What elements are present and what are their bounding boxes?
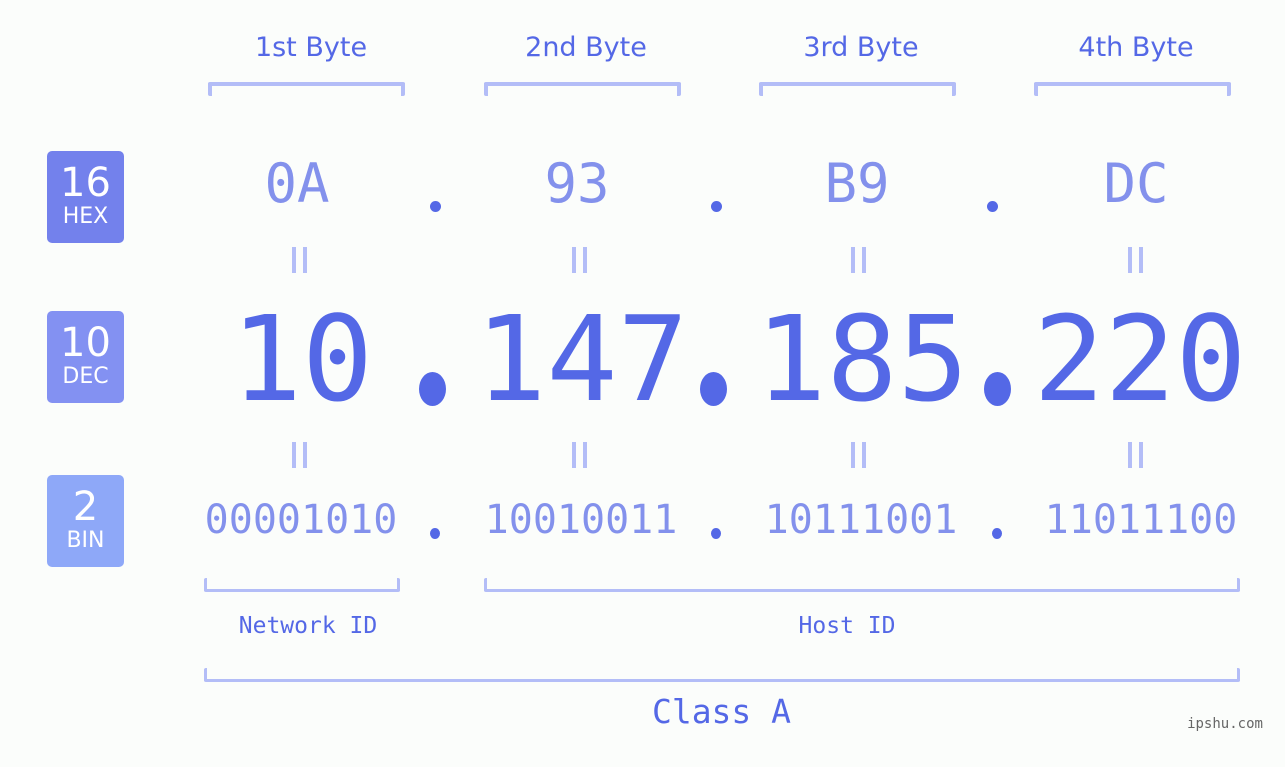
byte-header-4: 4th Byte — [1078, 32, 1194, 63]
bin-separator-dot — [992, 528, 1002, 539]
equals-icon — [851, 442, 866, 468]
equals-icon — [851, 247, 866, 273]
bin-octet-3: 10111001 — [764, 497, 958, 543]
host-id-label: Host ID — [798, 613, 896, 639]
ip-class-label: Class A — [651, 692, 792, 731]
bin-badge: 2 BIN — [47, 475, 124, 567]
bin-octet-4: 11011100 — [1044, 497, 1238, 543]
hex-octet-1: 0A — [264, 152, 330, 215]
dec-octet-1: 10 — [230, 290, 374, 428]
dec-badge-number: 10 — [60, 320, 111, 366]
hex-octet-2: 93 — [544, 152, 610, 215]
byte-bracket-2 — [484, 82, 681, 96]
equals-icon — [572, 247, 587, 273]
dec-badge: 10 DEC — [47, 311, 124, 403]
bin-separator-dot — [430, 528, 440, 539]
bin-badge-number: 2 — [72, 484, 99, 530]
dec-badge-label: DEC — [62, 364, 109, 389]
hex-separator-dot — [987, 201, 998, 212]
dec-octet-3: 185 — [755, 290, 969, 428]
host-id-bracket — [484, 578, 1240, 592]
hex-separator-dot — [711, 201, 722, 212]
byte-bracket-3 — [759, 82, 956, 96]
hex-badge-label: HEX — [62, 204, 109, 229]
hex-octet-4: DC — [1103, 152, 1169, 215]
equals-icon — [292, 247, 307, 273]
network-id-label: Network ID — [238, 613, 378, 639]
hex-octet-3: B9 — [824, 152, 890, 215]
dec-separator-dot — [419, 372, 446, 406]
hex-separator-dot — [430, 201, 441, 212]
bin-badge-label: BIN — [66, 528, 105, 553]
byte-header-3: 3rd Byte — [803, 32, 919, 63]
dec-octet-2: 147 — [475, 290, 689, 428]
byte-bracket-1 — [208, 82, 405, 96]
equals-icon — [1128, 442, 1143, 468]
network-id-bracket — [204, 578, 400, 592]
bin-octet-2: 10010011 — [484, 497, 678, 543]
byte-header-1: 1st Byte — [254, 32, 368, 63]
bin-octet-1: 00001010 — [204, 497, 398, 543]
byte-header-2: 2nd Byte — [525, 32, 647, 63]
bin-separator-dot — [711, 528, 721, 539]
equals-icon — [572, 442, 587, 468]
class-bracket — [204, 668, 1240, 682]
dec-separator-dot — [700, 372, 727, 406]
equals-icon — [292, 442, 307, 468]
hex-badge-number: 16 — [60, 160, 111, 206]
byte-bracket-4 — [1034, 82, 1231, 96]
equals-icon — [1128, 247, 1143, 273]
hex-badge: 16 HEX — [47, 151, 124, 243]
dec-octet-4: 220 — [1033, 290, 1247, 428]
dec-separator-dot — [984, 372, 1011, 406]
watermark: ipshu.com — [1187, 716, 1263, 732]
